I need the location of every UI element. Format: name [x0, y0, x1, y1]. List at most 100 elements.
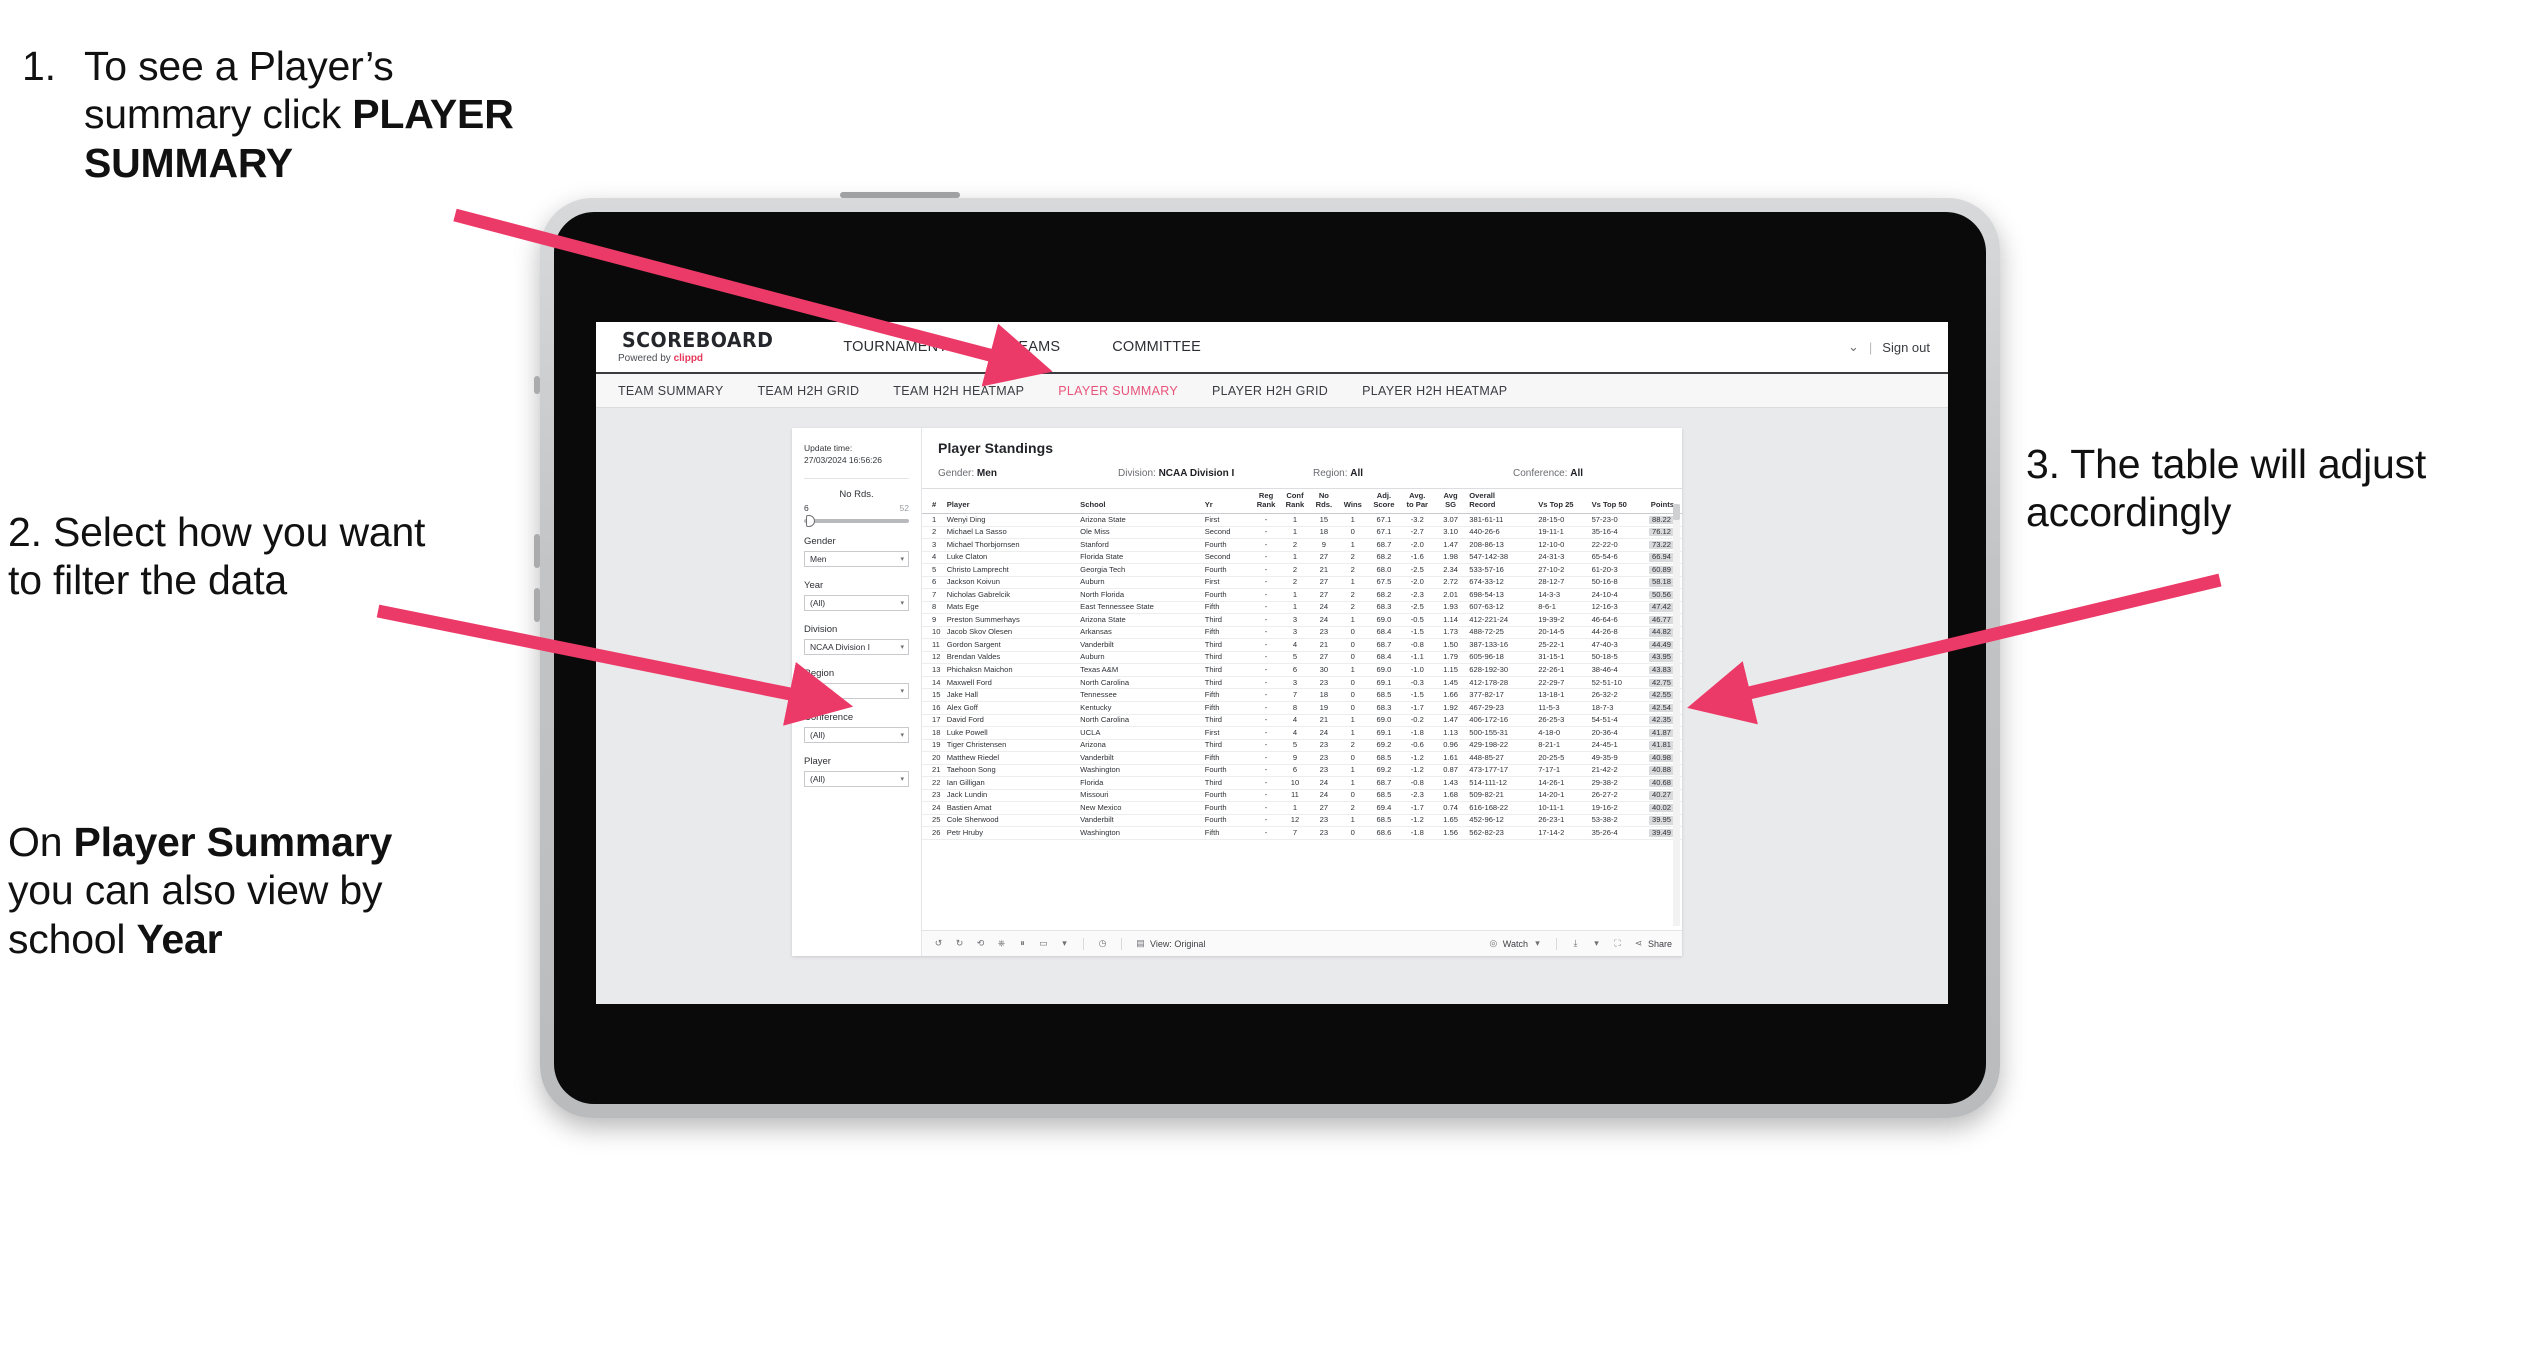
watch-button[interactable]: ◎ Watch ▾: [1487, 937, 1544, 950]
cell-nords: 27: [1309, 651, 1339, 665]
tab-player-h2h-grid[interactable]: PLAYER H2H GRID: [1212, 384, 1348, 398]
cell-sg: 3.10: [1433, 526, 1468, 540]
table-row[interactable]: 6 Jackson Koivun Auburn First -2 27 1 67.5 -2.0 2…: [922, 576, 1682, 590]
table-row[interactable]: 15 Jake Hall Tennessee Fifth -7 18 0 68.5 -1.5 1.…: [922, 688, 1682, 702]
table-row[interactable]: 4 Luke Claton Florida State Second -1 27 2 68.2…: [922, 551, 1682, 565]
table-row[interactable]: 14 Maxwell Ford North Carolina Third -3 23 0 69…: [922, 676, 1682, 690]
cell-wins: 1: [1338, 814, 1368, 828]
table-row[interactable]: 9 Preston Summerhays Arizona State Third -3 2…: [922, 613, 1682, 627]
viz-toolbar: ↺ ↻ ⟲ ⎈ ⏸ ▭ ▾ ◷ ▤ View: Original ◎ Watch…: [922, 930, 1682, 956]
topnav-teams[interactable]: TEAMS: [983, 322, 1086, 372]
sign-out-link[interactable]: Sign out: [1882, 340, 1930, 355]
cell-yr: Fourth: [1202, 764, 1252, 778]
redo-icon[interactable]: ↻: [953, 937, 966, 950]
no-rounds-slider-handle[interactable]: [806, 514, 815, 527]
table-row[interactable]: 25 Cole Sherwood Vanderbilt Fourth -12 23 1 68.…: [922, 814, 1682, 828]
cell-adj: 68.7: [1367, 538, 1401, 552]
topnav-tournaments[interactable]: TOURNAMENTS: [817, 322, 983, 372]
table-scroll-gutter[interactable]: [1673, 504, 1680, 926]
no-rounds-slider-track[interactable]: [804, 514, 909, 527]
col-avg-sg[interactable]: Avg SG: [1433, 488, 1468, 514]
col-player[interactable]: Player: [944, 488, 1079, 514]
clock-icon[interactable]: ◷: [1096, 937, 1109, 950]
col-avg-to-par[interactable]: Avg. to Par: [1400, 488, 1434, 514]
cell-rank: 3: [922, 538, 945, 552]
col-wins[interactable]: Wins: [1338, 488, 1368, 514]
share-button[interactable]: ⋖ Share: [1632, 937, 1672, 950]
cell-player: Mats Ege: [944, 601, 1079, 615]
col-rank[interactable]: #: [922, 488, 945, 514]
download-icon[interactable]: ⤓: [1569, 937, 1582, 950]
cell-nords: 24: [1309, 601, 1339, 615]
table-scrollbar-thumb[interactable]: [1673, 504, 1680, 520]
table-row[interactable]: 24 Bastien Amat New Mexico Fourth -1 27 2 69.4-…: [922, 801, 1682, 815]
filter-gender-value: Men: [810, 553, 827, 564]
cell-yr: Fourth: [1202, 789, 1252, 803]
view-original-button[interactable]: ▤ View: Original: [1134, 937, 1205, 950]
filter-conference-select[interactable]: (All) ▾: [804, 726, 909, 743]
cell-player: Bastien Amat: [944, 801, 1079, 815]
topnav-committee[interactable]: COMMITTEE: [1086, 322, 1227, 372]
table-row[interactable]: 23 Jack Lundin Missouri Fourth -11 24 0 68.5 -2.…: [922, 789, 1682, 803]
cell-t25: 19-11-1: [1536, 526, 1590, 540]
fullscreen-icon[interactable]: ⛶: [1611, 937, 1624, 950]
filter-gender-select[interactable]: Men ▾: [804, 550, 909, 567]
tab-team-summary[interactable]: TEAM SUMMARY: [618, 384, 743, 398]
tab-team-h2h-heatmap[interactable]: TEAM H2H HEATMAP: [893, 384, 1044, 398]
table-row[interactable]: 2 Michael La Sasso Ole Miss Second -1 18 0 67.1…: [922, 526, 1682, 540]
filter-player-select[interactable]: (All) ▾: [804, 770, 909, 787]
col-reg-rank[interactable]: Reg Rank: [1251, 488, 1281, 514]
pause-icon[interactable]: ⏸: [1016, 937, 1029, 950]
table-row[interactable]: 21 Taehoon Song Washington Fourth -6 23 1 69.2-…: [922, 764, 1682, 778]
table-row[interactable]: 22 Ian Gilligan Florida Third -10 24 1 68.7 -0.8…: [922, 776, 1682, 790]
cell-reg: -: [1251, 613, 1281, 627]
account-chevron-icon[interactable]: ⌄: [1848, 339, 1859, 355]
col-vs-top-25[interactable]: Vs Top 25: [1536, 488, 1590, 514]
table-row[interactable]: 1 Wenyi Ding Arizona State First -1 15 1 67.1 -3…: [922, 513, 1682, 527]
col-conf-rank[interactable]: Conf Rank: [1280, 488, 1310, 514]
table-row[interactable]: 19 Tiger Christensen Arizona Third -5 23 2 69.2…: [922, 739, 1682, 753]
col-adj-score[interactable]: Adj. Score: [1367, 488, 1401, 514]
summary-division: Division: NCAA Division I: [1118, 468, 1303, 479]
cell-atp: -0.5: [1400, 613, 1434, 627]
undo-icon[interactable]: ↺: [932, 937, 945, 950]
table-row[interactable]: 5 Christo Lamprecht Georgia Tech Fourth -2 21…: [922, 563, 1682, 577]
table-row[interactable]: 18 Luke Powell UCLA First -4 24 1 69.1 -1.8 1.13 5…: [922, 726, 1682, 740]
chevron-down-icon[interactable]: ▾: [1590, 937, 1603, 950]
table-row[interactable]: 10 Jacob Skov Olesen Arkansas Fifth -3 23 0 68.…: [922, 626, 1682, 640]
table-row[interactable]: 26 Petr Hruby Washington Fifth -7 23 0 68.6 -1.8…: [922, 826, 1682, 840]
tab-team-h2h-grid[interactable]: TEAM H2H GRID: [757, 384, 879, 398]
revert-icon[interactable]: ⟲: [974, 937, 987, 950]
col-no-rds[interactable]: No Rds.: [1309, 488, 1339, 514]
cell-yr: First: [1202, 576, 1252, 590]
cell-adj: 68.7: [1367, 776, 1401, 790]
filter-region-select[interactable]: N/A ▾: [804, 682, 909, 699]
table-row[interactable]: 3 Michael Thorbjornsen Stanford Fourth -2 9 1 6…: [922, 538, 1682, 552]
cell-atp: -0.6: [1400, 739, 1434, 753]
filter-year-select[interactable]: (All) ▾: [804, 594, 909, 611]
cell-school: Vanderbilt: [1078, 638, 1203, 652]
filter-division-select[interactable]: NCAA Division I ▾: [804, 638, 909, 655]
tab-player-summary[interactable]: PLAYER SUMMARY: [1058, 384, 1198, 398]
table-row[interactable]: 20 Matthew Riedel Vanderbilt Fifth -9 23 0 68.5…: [922, 751, 1682, 765]
cell-wins: 2: [1338, 601, 1368, 615]
table-row[interactable]: 16 Alex Goff Kentucky Fifth -8 19 0 68.3 -1.7 1.9…: [922, 701, 1682, 715]
cell-nords: 30: [1309, 663, 1339, 677]
table-row[interactable]: 11 Gordon Sargent Vanderbilt Third -4 21 0 68.7…: [922, 638, 1682, 652]
col-overall-record[interactable]: Overall Record: [1467, 488, 1537, 514]
refresh-icon[interactable]: ⎈: [995, 937, 1008, 950]
table-row[interactable]: 8 Mats Ege East Tennessee State Fifth -1 24 2 6…: [922, 601, 1682, 615]
chevron-down-icon[interactable]: ▾: [1058, 937, 1071, 950]
table-row[interactable]: 12 Brendan Valdes Auburn Third -5 27 0 68.4 -1.1…: [922, 651, 1682, 665]
col-vs-top-50[interactable]: Vs Top 50: [1589, 488, 1643, 514]
tab-player-h2h-heatmap[interactable]: PLAYER H2H HEATMAP: [1362, 384, 1527, 398]
table-row[interactable]: 13 Phichaksn Maichon Texas A&M Third -6 30 1 69…: [922, 663, 1682, 677]
col-year[interactable]: Yr: [1202, 488, 1252, 514]
points-value: 40.88: [1648, 765, 1674, 775]
cell-t25: 26-23-1: [1536, 814, 1590, 828]
table-row[interactable]: 7 Nicholas Gabrelcik North Florida Fourth -1…: [922, 588, 1682, 602]
table-row[interactable]: 17 David Ford North Carolina Third -4 21 1 69.0…: [922, 714, 1682, 728]
subscribe-icon[interactable]: ▭: [1037, 937, 1050, 950]
cell-school: Washington: [1078, 764, 1203, 778]
col-school[interactable]: School: [1078, 488, 1203, 514]
